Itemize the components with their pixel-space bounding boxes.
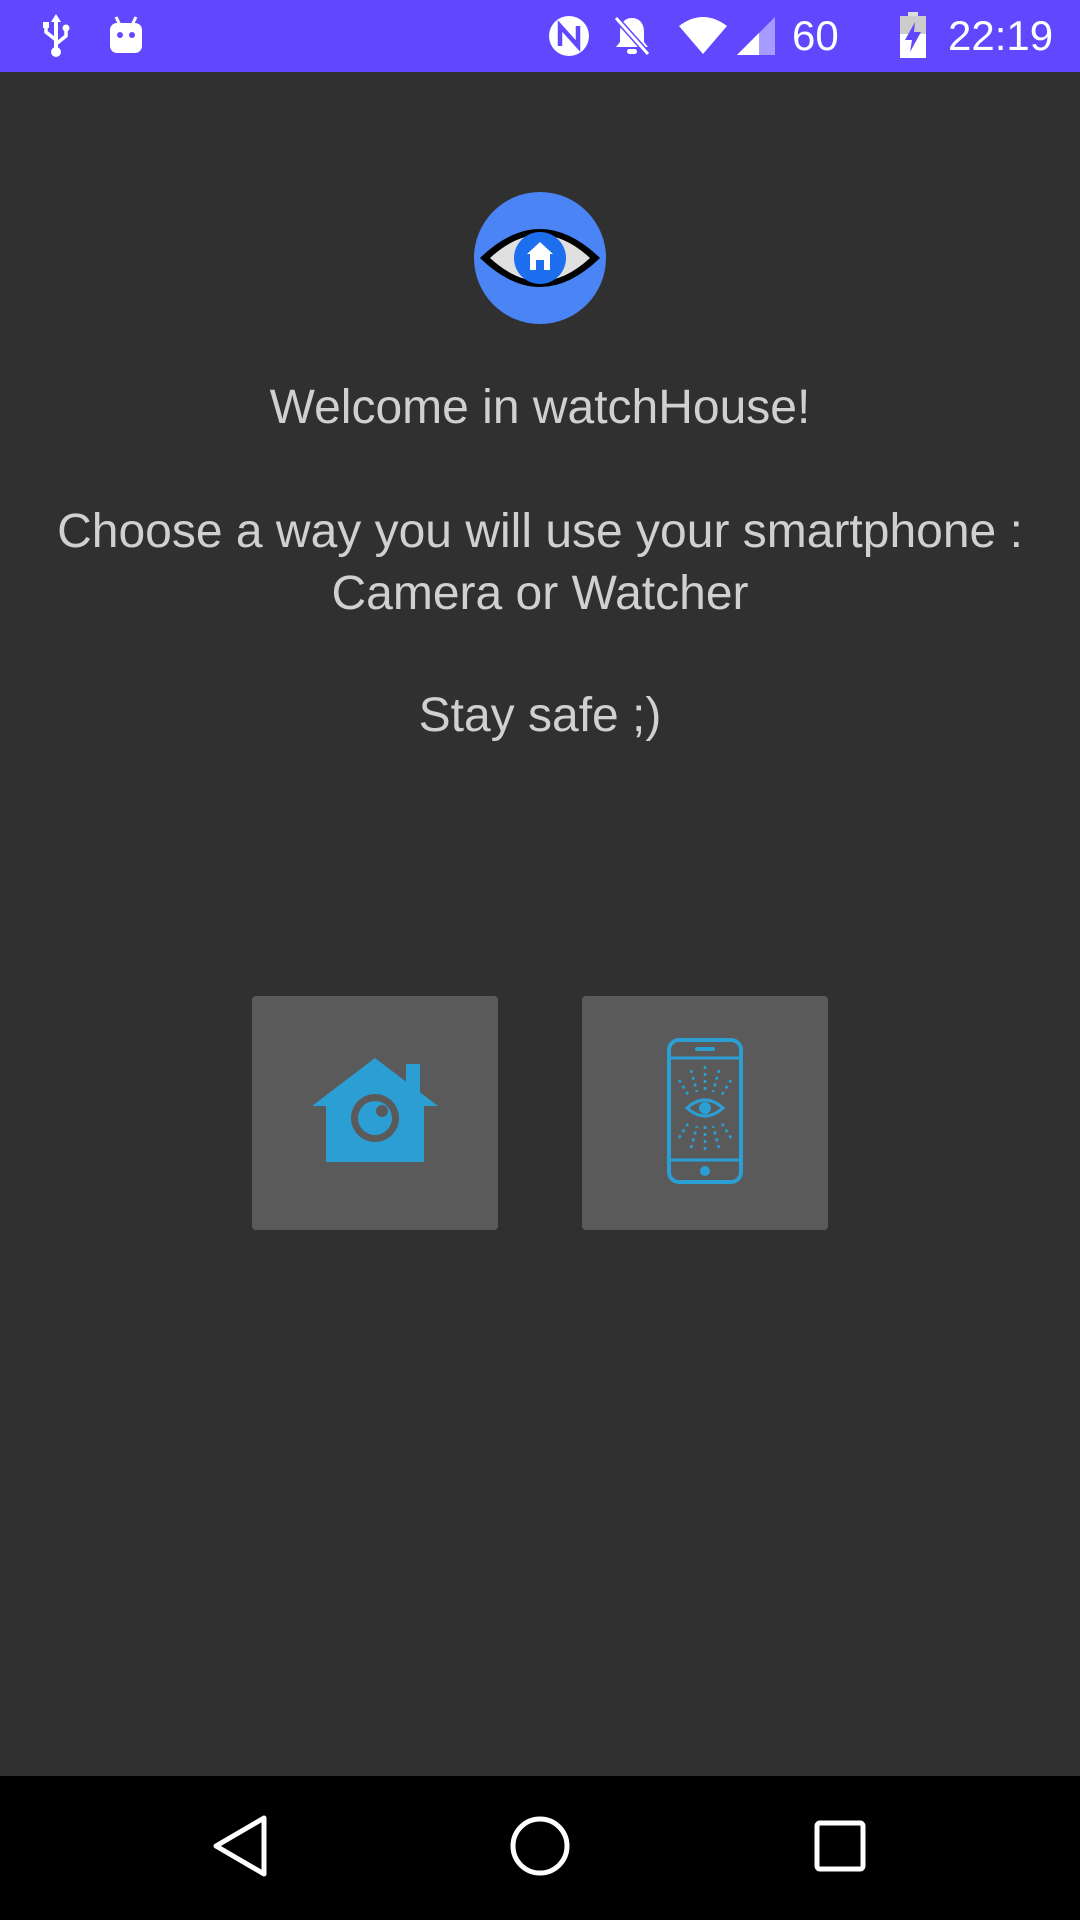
back-button[interactable] [150, 1776, 330, 1920]
house-camera-icon [310, 1056, 440, 1171]
navigation-bar [0, 1776, 1080, 1920]
cell-signal-icon [734, 0, 778, 72]
android-debug-icon [104, 0, 148, 72]
home-button[interactable] [450, 1776, 630, 1920]
battery-percent: 60 % [792, 12, 839, 131]
phone-watcher-icon [665, 1036, 745, 1191]
nfc-icon [546, 0, 592, 72]
back-triangle-icon [210, 1814, 270, 1883]
watchhouse-eye-logo-icon [474, 192, 606, 324]
recents-square-icon [812, 1818, 868, 1879]
recents-button[interactable] [750, 1776, 930, 1920]
wifi-icon [676, 0, 730, 72]
camera-mode-button[interactable] [252, 996, 498, 1230]
status-bar: 60 % 22:19 [0, 0, 1080, 131]
watcher-mode-button[interactable] [582, 996, 828, 1230]
main-content: Welcome in watchHouse! Choose a way you … [0, 72, 1080, 1776]
farewell-text: Stay safe ;) [418, 689, 662, 742]
battery-charging-icon [896, 0, 930, 72]
welcome-text: Welcome in watchHouse! [269, 381, 811, 434]
clock-time: 22:19 [948, 12, 1054, 59]
home-circle-icon [508, 1814, 572, 1883]
notifications-off-icon [610, 0, 654, 72]
instruction-text-line1: Choose a way you will use your smartphon… [57, 505, 1023, 558]
instruction-text-line2: Camera or Watcher [331, 567, 749, 620]
usb-icon [36, 0, 76, 72]
